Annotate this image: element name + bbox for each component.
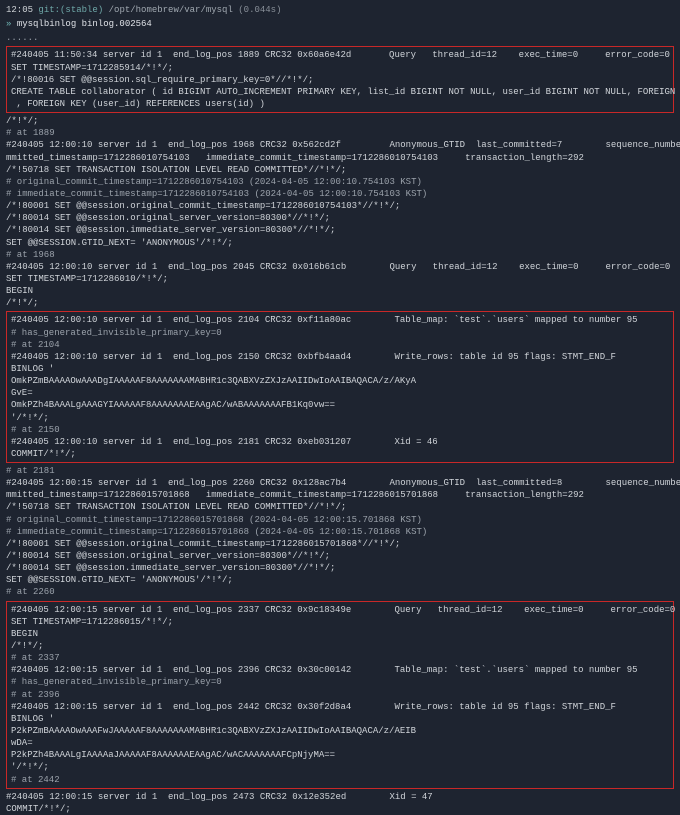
log-line: # at 2442 [11, 774, 669, 786]
log-line: # at 1889 [6, 127, 674, 139]
log-line: # original_commit_timestamp=171228601075… [6, 176, 674, 188]
log-line: GvE= [11, 387, 669, 399]
log-line: #240405 12:00:15 server id 1 end_log_pos… [6, 791, 674, 803]
log-line: # has_generated_invisible_primary_key=0 [11, 327, 669, 339]
log-line: #240405 12:00:10 server id 1 end_log_pos… [11, 351, 669, 363]
log-line: OmkPZmBAAAAOwAAADgIAAAAAF8AAAAAAAMABHR1c… [11, 375, 669, 387]
log-line: #240405 12:00:10 server id 1 end_log_pos… [6, 261, 674, 273]
log-line: /*!80016 SET @@session.sql_require_prima… [11, 74, 669, 86]
log-line: #240405 12:00:15 server id 1 end_log_pos… [11, 604, 669, 616]
log-line: /*!80014 SET @@session.original_server_v… [6, 212, 674, 224]
log-line: # at 2150 [11, 424, 669, 436]
log-line: /*!80001 SET @@session.original_commit_t… [6, 200, 674, 212]
log-line: /*!80014 SET @@session.original_server_v… [6, 550, 674, 562]
log-line: , FOREIGN KEY (user_id) REFERENCES users… [11, 98, 669, 110]
log-line: #240405 12:00:15 server id 1 end_log_pos… [11, 664, 669, 676]
log-line: # at 2337 [11, 652, 669, 664]
log-segment: #240405 12:00:15 server id 1 end_log_pos… [6, 791, 674, 815]
log-line: SET TIMESTAMP=1712286010/*!*/; [6, 273, 674, 285]
log-line: BINLOG ' [11, 363, 669, 375]
log-line: /*!*/; [11, 640, 669, 652]
log-line: # at 2260 [6, 586, 674, 598]
status-path: /opt/homebrew/var/mysql [109, 5, 233, 15]
log-line: SET TIMESTAMP=1712286015/*!*/; [11, 616, 669, 628]
shell-prompt[interactable]: » mysqlbinlog binlog.002564 [6, 18, 674, 30]
log-line: #240405 12:00:15 server id 1 end_log_pos… [11, 701, 669, 713]
log-line: SET @@SESSION.GTID_NEXT= 'ANONYMOUS'/*!*… [6, 237, 674, 249]
log-line: OmkPZh4BAAALgAAAGYIAAAAAF8AAAAAAAEAAgAC/… [11, 399, 669, 411]
log-line: # immediate_commit_timestamp=17122860107… [6, 188, 674, 200]
log-line: CREATE TABLE collaborator ( id BIGINT AU… [11, 86, 669, 98]
log-line: #240405 11:50:34 server id 1 end_log_pos… [11, 49, 669, 61]
log-line: '/*!*/; [11, 412, 669, 424]
log-line: #240405 12:00:10 server id 1 end_log_pos… [6, 139, 674, 151]
log-line: # at 1968 [6, 249, 674, 261]
log-line: mmitted_timestamp=1712286015701868 immed… [6, 489, 674, 501]
log-line: BEGIN [11, 628, 669, 640]
status-git: git:(stable) [38, 5, 103, 15]
log-line: # at 2181 [6, 465, 674, 477]
log-line: #240405 12:00:10 server id 1 end_log_pos… [11, 436, 669, 448]
log-line: SET TIMESTAMP=1712285914/*!*/; [11, 62, 669, 74]
log-line: SET @@SESSION.GTID_NEXT= 'ANONYMOUS'/*!*… [6, 574, 674, 586]
prompt-symbol: » [6, 19, 11, 29]
log-segment: # at 2181 #240405 12:00:15 server id 1 e… [6, 465, 674, 599]
log-line: /*!80001 SET @@session.original_commit_t… [6, 538, 674, 550]
log-line: /*!80014 SET @@session.immediate_server_… [6, 562, 674, 574]
log-line: P2kPZmBAAAAOwAAAFwJAAAAAF8AAAAAAAMABHR1c… [11, 725, 669, 737]
log-line: COMMIT/*!*/; [6, 803, 674, 815]
highlight-box-write-rows-1: #240405 12:00:10 server id 1 end_log_pos… [6, 311, 674, 463]
log-line: wDA= [11, 737, 669, 749]
log-line: # at 2104 [11, 339, 669, 351]
log-line: /*!*/; [6, 297, 674, 309]
highlight-box-write-rows-2: #240405 12:00:15 server id 1 end_log_pos… [6, 601, 674, 789]
log-line: /*!*/; [6, 115, 674, 127]
log-line: # immediate_commit_timestamp=17122860157… [6, 526, 674, 538]
log-line: BINLOG ' [11, 713, 669, 725]
truncation-ellipsis: ...... [6, 32, 674, 44]
status-line: 12:05 git:(stable) /opt/homebrew/var/mys… [6, 4, 674, 16]
log-line: P2kPZh4BAAALgIAAAAaJAAAAAF8AAAAAAEAAgAC/… [11, 749, 669, 761]
log-line: COMMIT/*!*/; [11, 448, 669, 460]
log-line: #240405 12:00:10 server id 1 end_log_pos… [11, 314, 669, 326]
log-line: # has_generated_invisible_primary_key=0 [11, 676, 669, 688]
log-line: # at 2396 [11, 689, 669, 701]
log-line: #240405 12:00:15 server id 1 end_log_pos… [6, 477, 674, 489]
log-line: /*!50718 SET TRANSACTION ISOLATION LEVEL… [6, 501, 674, 513]
log-line: /*!50718 SET TRANSACTION ISOLATION LEVEL… [6, 164, 674, 176]
status-time: 12:05 [6, 5, 33, 15]
log-segment: /*!*/; # at 1889 #240405 12:00:10 server… [6, 115, 674, 309]
log-line: /*!80014 SET @@session.immediate_server_… [6, 224, 674, 236]
status-duration: (0.044s) [238, 5, 281, 15]
highlight-box-create-table: #240405 11:50:34 server id 1 end_log_pos… [6, 46, 674, 113]
prompt-command: mysqlbinlog binlog.002564 [17, 19, 152, 29]
log-line: mmitted_timestamp=1712286010754103 immed… [6, 152, 674, 164]
log-line: # original_commit_timestamp=171228601570… [6, 514, 674, 526]
log-line: '/*!*/; [11, 761, 669, 773]
log-line: BEGIN [6, 285, 674, 297]
